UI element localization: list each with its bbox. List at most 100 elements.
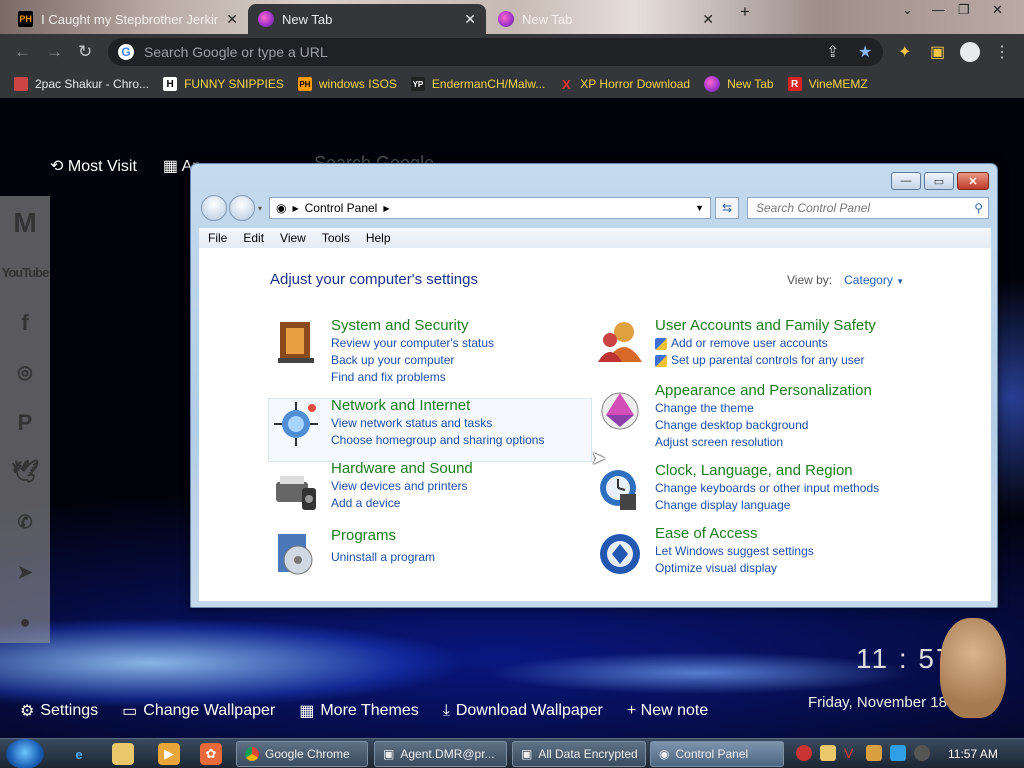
tray-app-icon[interactable]: [796, 745, 812, 761]
add-remove-accounts-link[interactable]: Add or remove user accounts: [655, 335, 975, 352]
profile-avatar-icon[interactable]: [960, 42, 980, 62]
bookmark-item[interactable]: 2pac Shakur - Chro...: [14, 77, 149, 91]
reddit-icon[interactable]: ●: [5, 601, 45, 643]
menu-help[interactable]: Help: [366, 231, 391, 245]
twitter-icon[interactable]: 🕊: [5, 451, 45, 493]
change-theme-link[interactable]: Change the theme: [655, 400, 975, 417]
browser-tab-3[interactable]: New Tab ✕: [488, 4, 724, 34]
bookmark-item[interactable]: New Tab: [704, 76, 774, 92]
appearance-link[interactable]: Appearance and Personalization: [655, 382, 975, 400]
download-wallpaper-button[interactable]: ⤓ Download Wallpaper: [443, 701, 603, 721]
system-security-icon[interactable]: [272, 318, 320, 366]
network-internet-icon[interactable]: [272, 400, 320, 448]
minimize-window-icon[interactable]: —: [932, 2, 945, 17]
change-keyboards-link[interactable]: Change keyboards or other input methods: [655, 480, 975, 497]
internet-explorer-icon[interactable]: e: [68, 743, 90, 765]
clock-language-region-icon[interactable]: [596, 466, 644, 514]
browser-tab-2-active[interactable]: New Tab ✕: [248, 4, 486, 34]
taskbar-item-agent[interactable]: ▣ Agent.DMR@pr...: [374, 741, 507, 767]
clock-language-region-link[interactable]: Clock, Language, and Region: [655, 462, 975, 480]
forward-arrow-icon[interactable]: →: [46, 42, 63, 62]
close-window-icon[interactable]: ✕: [992, 2, 1003, 18]
more-themes-button[interactable]: ▦ More Themes: [299, 701, 419, 721]
bookmark-item[interactable]: PH windows ISOS: [297, 77, 397, 91]
facebook-icon[interactable]: f: [5, 302, 45, 344]
refresh-button[interactable]: ⇆: [715, 197, 739, 219]
menu-view[interactable]: View: [280, 231, 306, 245]
bookmark-item[interactable]: X XP Horror Download: [559, 77, 690, 92]
pinterest-icon[interactable]: P: [5, 402, 45, 444]
bookmark-item[interactable]: YP EndermanCH/Malw...: [410, 77, 545, 91]
optimize-visual-display-link[interactable]: Optimize visual display: [655, 560, 975, 577]
breadcrumb-control-panel[interactable]: Control Panel: [305, 201, 378, 215]
address-dropdown-icon[interactable]: ▼: [695, 203, 704, 213]
address-bar[interactable]: ◉ ▶ Control Panel ▶ ▼: [269, 197, 711, 219]
start-orb-icon[interactable]: [6, 739, 44, 768]
change-wallpaper-button[interactable]: ▭ Change Wallpaper: [122, 701, 275, 721]
browser-tab-1[interactable]: PH I Caught my Stepbrother Jerking ✕: [8, 4, 248, 34]
restore-window-icon[interactable]: ❐: [958, 2, 970, 18]
most-visited-link[interactable]: ⟲ Most Visit: [50, 156, 137, 176]
tray-app-icon[interactable]: [914, 745, 930, 761]
bookmark-item[interactable]: H FUNNY SNIPPIES: [163, 77, 284, 91]
omnibox[interactable]: G Search Google or type a URL: [108, 38, 883, 66]
search-control-panel-input[interactable]: Search Control Panel ⚲: [747, 197, 989, 219]
taskbar-item-control-panel[interactable]: ◉ Control Panel: [650, 741, 784, 767]
paint-icon[interactable]: ✿: [200, 743, 222, 765]
extensions-puzzle-icon[interactable]: ✦: [898, 42, 911, 62]
ease-of-access-icon[interactable]: [596, 530, 644, 578]
view-by-dropdown[interactable]: Category ▼: [844, 273, 904, 287]
taskbar-item-chrome[interactable]: Google Chrome: [236, 741, 368, 767]
instagram-icon[interactable]: ◎: [5, 352, 45, 394]
recent-pages-chevron-icon[interactable]: ▾: [258, 204, 262, 213]
user-accounts-link[interactable]: User Accounts and Family Safety: [655, 317, 975, 335]
settings-button[interactable]: ⚙ Settings: [20, 701, 98, 721]
gmail-icon[interactable]: M: [5, 202, 45, 244]
screen-resolution-link[interactable]: Adjust screen resolution: [655, 434, 975, 451]
telegram-icon[interactable]: ➤: [5, 551, 45, 593]
windows-suggest-settings-link[interactable]: Let Windows suggest settings: [655, 543, 975, 560]
programs-icon[interactable]: [272, 530, 320, 578]
new-tab-button[interactable]: +: [740, 2, 750, 22]
bookmark-star-icon[interactable]: ★: [858, 42, 872, 62]
breadcrumb-arrow-icon[interactable]: ▶: [383, 204, 389, 213]
menu-tools[interactable]: Tools: [322, 231, 350, 245]
system-clock[interactable]: 11:57 AM: [948, 747, 998, 761]
appearance-icon[interactable]: [596, 385, 644, 433]
new-note-button[interactable]: + New note: [627, 701, 708, 721]
side-panel-icon[interactable]: ▣: [930, 42, 945, 62]
forward-button[interactable]: [229, 195, 255, 221]
find-fix-problems-link[interactable]: Find and fix problems: [331, 369, 651, 386]
minimize-button[interactable]: —: [891, 172, 921, 190]
tray-app-icon[interactable]: [820, 745, 836, 761]
tray-v-icon[interactable]: V: [844, 745, 860, 761]
menu-edit[interactable]: Edit: [243, 231, 264, 245]
reload-icon[interactable]: ↻: [78, 42, 92, 62]
bookmark-item[interactable]: R VineMEMZ: [787, 77, 868, 91]
tray-app-icon[interactable]: [866, 745, 882, 761]
parental-controls-link[interactable]: Set up parental controls for any user: [655, 352, 975, 369]
whatsapp-icon[interactable]: ✆: [5, 501, 45, 543]
youtube-icon[interactable]: YouTube: [2, 252, 50, 294]
media-player-icon[interactable]: ▶: [158, 743, 180, 765]
hardware-sound-icon[interactable]: [272, 466, 320, 514]
search-icon[interactable]: ⚲: [974, 201, 983, 215]
close-button[interactable]: ✕: [957, 172, 989, 190]
close-tab-icon[interactable]: ✕: [702, 11, 714, 28]
back-arrow-icon[interactable]: ←: [14, 42, 31, 62]
ease-of-access-link[interactable]: Ease of Access: [655, 525, 975, 543]
chrome-menu-icon[interactable]: ⋮: [994, 42, 1010, 62]
menu-file[interactable]: File: [208, 231, 227, 245]
user-accounts-icon[interactable]: [596, 318, 644, 366]
maximize-button[interactable]: ▭: [924, 172, 954, 190]
close-tab-icon[interactable]: ✕: [464, 11, 476, 28]
breadcrumb-arrow-icon[interactable]: ▶: [292, 204, 298, 213]
share-icon[interactable]: ⇪: [826, 42, 839, 62]
homegroup-sharing-link[interactable]: Choose homegroup and sharing options: [331, 432, 651, 449]
taskbar-item-encrypted[interactable]: ▣ All Data Encrypted: [512, 741, 646, 767]
tab-search-chevron-icon[interactable]: ⌄: [902, 2, 913, 18]
file-explorer-icon[interactable]: [112, 743, 134, 765]
close-tab-icon[interactable]: ✕: [226, 11, 238, 28]
display-language-link[interactable]: Change display language: [655, 497, 975, 514]
back-button[interactable]: [201, 195, 227, 221]
